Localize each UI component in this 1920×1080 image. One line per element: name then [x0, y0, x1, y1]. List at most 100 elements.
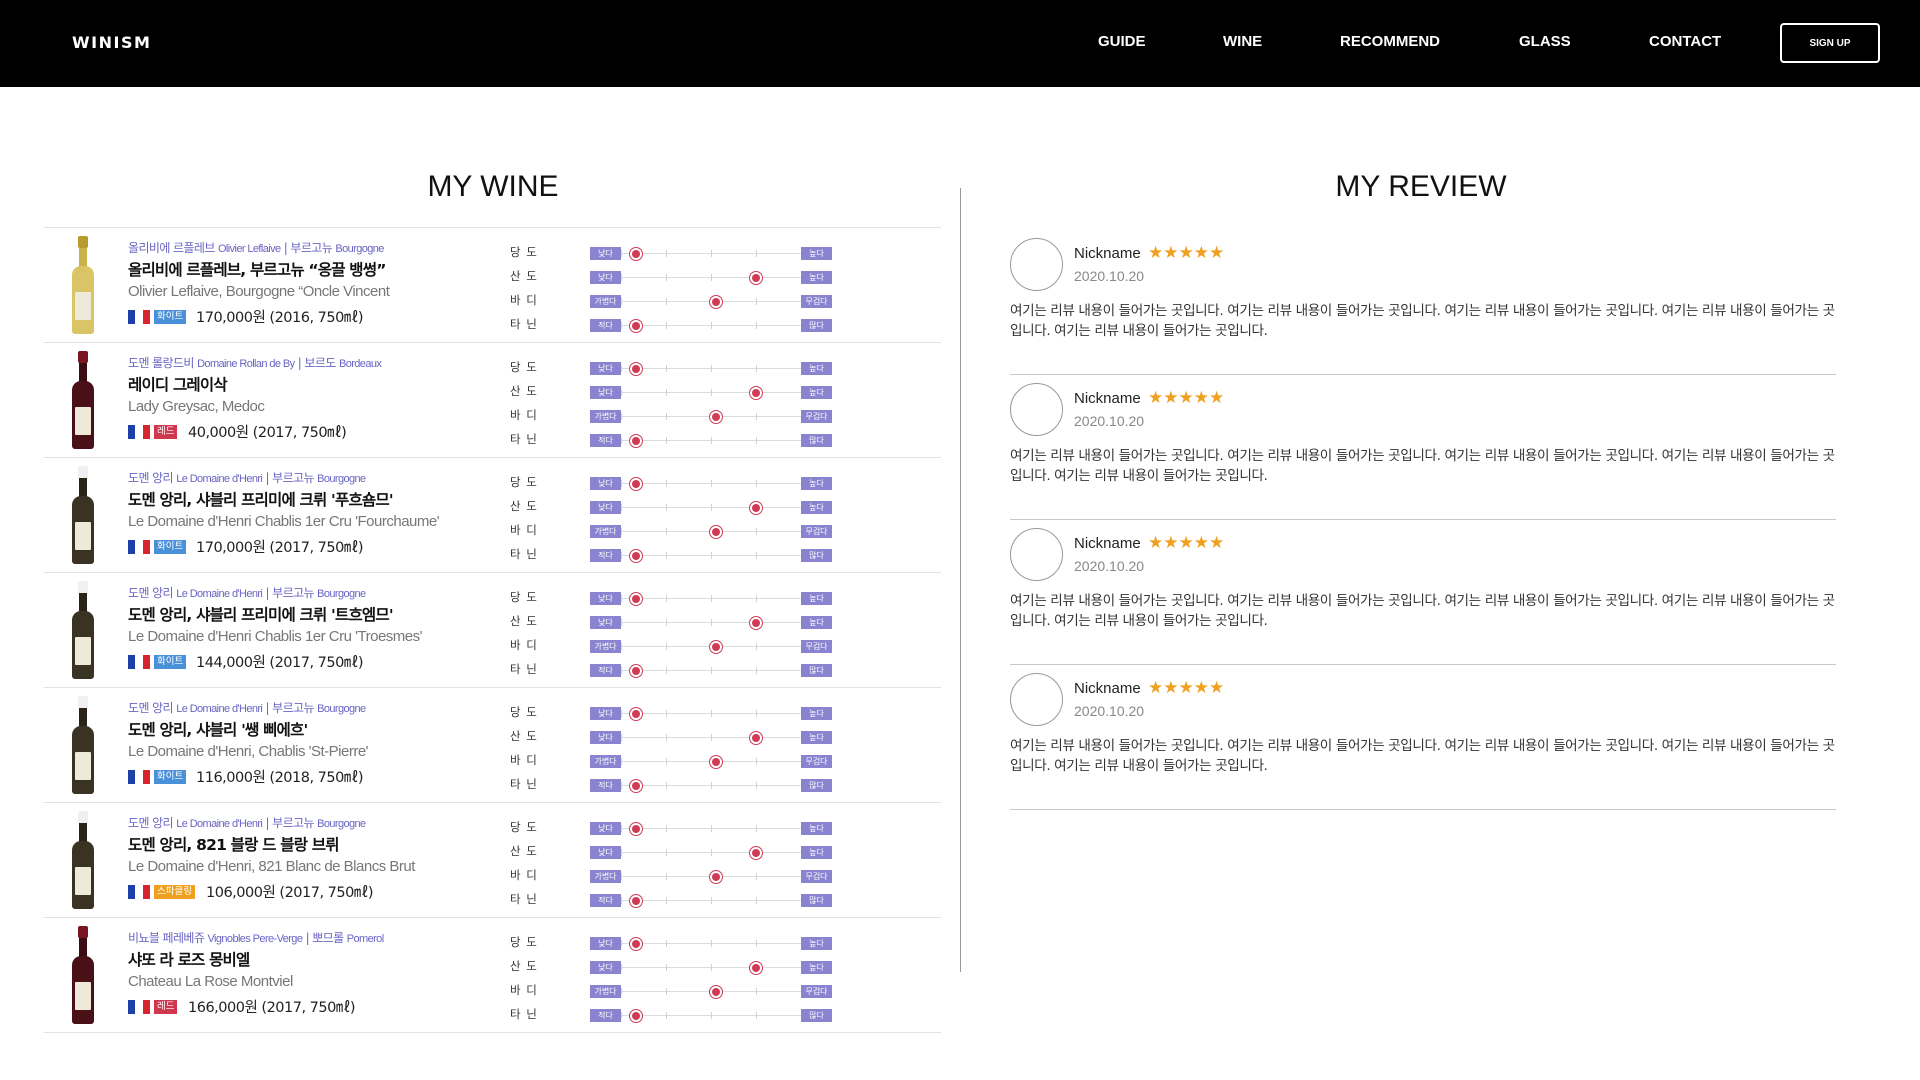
taste-profile: 당 도 낮다 높다 산 도 낮다 높다 바 디 가볍다 무겁다 타 닌 적다 많… [510, 918, 950, 1033]
scale-tick [756, 250, 757, 257]
wine-row[interactable]: 도멘 앙리 Le Domaine d'Henri | 부르고뉴 Bourgogn… [44, 573, 941, 688]
scale-tick [711, 710, 712, 717]
wine-price: 106,000원 (2017, 750㎖) [206, 885, 374, 901]
taste-scale: 당 도 낮다 높다 [510, 820, 950, 836]
taste-scale: 당 도 낮다 높다 [510, 475, 950, 491]
nav-link-contact[interactable]: CONTACT [1649, 33, 1721, 50]
nav-link-guide[interactable]: GUIDE [1098, 33, 1146, 50]
scale-tick [756, 782, 757, 789]
scale-high-label: 높다 [801, 386, 832, 399]
sign-up-button[interactable]: SIGN UP [1780, 23, 1880, 63]
taste-scale: 타 닌 적다 많다 [510, 547, 950, 563]
review-nickname[interactable]: Nickname [1074, 390, 1141, 407]
top-navigation-bar: WINISM GUIDE WINE RECOMMEND GLASS CONTAC… [0, 0, 1920, 87]
wine-name-ko[interactable]: 도멘 앙리, 샤블리 프리미에 크뤼 '푸흐숌므' [128, 488, 394, 510]
scale-tick [711, 619, 712, 626]
nav-link-recommend[interactable]: RECOMMEND [1340, 33, 1440, 50]
taste-label: 바 디 [510, 408, 538, 422]
avatar[interactable] [1010, 238, 1063, 291]
scale-tick [666, 504, 667, 511]
wine-price: 40,000원 (2017, 750㎖) [188, 425, 347, 441]
scale-tick [756, 643, 757, 650]
scale-tick [621, 964, 622, 971]
scale-high-label: 높다 [801, 707, 832, 720]
scale-tick [621, 389, 622, 396]
scale-tick [711, 897, 712, 904]
scale-tick [621, 988, 622, 995]
scale-tick [666, 734, 667, 741]
scale-low-label: 낮다 [590, 362, 621, 375]
scale-knob [629, 362, 643, 376]
wine-price: 144,000원 (2017, 750㎖) [196, 655, 364, 671]
avatar[interactable] [1010, 383, 1063, 436]
wine-name-ko[interactable]: 샤또 라 로즈 몽비엘 [128, 948, 250, 970]
wine-name-ko[interactable]: 올리비에 르플레브, 부르고뉴 “옹끌 뱅썽” [128, 258, 386, 280]
scale-tick [666, 437, 667, 444]
scale-knob [629, 822, 643, 836]
scale-tick [666, 365, 667, 372]
taste-label: 바 디 [510, 293, 538, 307]
scale-tick [666, 849, 667, 856]
producer-en: Le Domaine d'Henri [176, 703, 263, 715]
scale-high-label: 높다 [801, 271, 832, 284]
avatar[interactable] [1010, 528, 1063, 581]
scale-high-label: 높다 [801, 247, 832, 260]
scale-low-label: 낮다 [590, 616, 621, 629]
scale-knob [709, 525, 723, 539]
wine-row[interactable]: 도멘 앙리 Le Domaine d'Henri | 부르고뉴 Bourgogn… [44, 688, 941, 803]
scale-low-label: 낮다 [590, 707, 621, 720]
taste-label: 산 도 [510, 269, 538, 283]
scale-tick [711, 437, 712, 444]
wine-name-ko[interactable]: 도멘 앙리, 821 블랑 드 블랑 브뤼 [128, 833, 339, 855]
taste-label: 타 닌 [510, 432, 538, 446]
scale-high-label: 무겁다 [801, 755, 832, 768]
wine-row[interactable]: 도멘 앙리 Le Domaine d'Henri | 부르고뉴 Bourgogn… [44, 458, 941, 573]
scale-tick [666, 758, 667, 765]
area-en: Pomerol [346, 933, 384, 945]
wine-row[interactable]: 도멘 롤랑드비 Domaine Rollan de By | 보르도 Borde… [44, 343, 941, 458]
scale-knob [629, 319, 643, 333]
scale-knob [629, 707, 643, 721]
wine-name-ko[interactable]: 레이디 그레이삭 [128, 373, 228, 395]
scale-tick [756, 437, 757, 444]
wine-price: 116,000원 (2018, 750㎖) [196, 770, 364, 786]
avatar[interactable] [1010, 673, 1063, 726]
review-nickname[interactable]: Nickname [1074, 245, 1141, 262]
scale-low-label: 가볍다 [590, 295, 621, 308]
wine-row[interactable]: 비뇨블 페레베쥬 Vignobles Pere-Verge | 뽀므롤 Pome… [44, 918, 941, 1033]
nav-link-glass[interactable]: GLASS [1519, 33, 1571, 50]
scale-tick [666, 988, 667, 995]
taste-scale: 당 도 낮다 높다 [510, 935, 950, 951]
review-nickname[interactable]: Nickname [1074, 680, 1141, 697]
scale-tick [621, 322, 622, 329]
wine-row[interactable]: 도멘 앙리 Le Domaine d'Henri | 부르고뉴 Bourgogn… [44, 803, 941, 918]
wine-region: 비뇨블 페레베쥬 Vignobles Pere-Verge | 뽀므롤 Pome… [128, 931, 384, 945]
wine-name-ko[interactable]: 도멘 앙리, 샤블리 프리미에 크뤼 '트흐엠므' [128, 603, 394, 625]
nav-link-wine[interactable]: WINE [1223, 33, 1262, 50]
scale-high-label: 높다 [801, 937, 832, 950]
area-en: Bourgogne [317, 473, 366, 485]
taste-label: 타 닌 [510, 662, 538, 676]
area-en: Bourgogne [317, 818, 366, 830]
wine-region: 도멘 롤랑드비 Domaine Rollan de By | 보르도 Borde… [128, 356, 382, 370]
scale-tick [621, 734, 622, 741]
area-ko: 부르고뉴 [272, 586, 314, 600]
scale-tick [711, 274, 712, 281]
scale-tick [666, 782, 667, 789]
france-flag-icon [128, 885, 150, 899]
scale-high-label: 무겁다 [801, 525, 832, 538]
scale-low-label: 낮다 [590, 271, 621, 284]
scale-low-label: 가볍다 [590, 755, 621, 768]
taste-scale: 바 디 가볍다 무겁다 [510, 408, 950, 424]
scale-tick [666, 825, 667, 832]
wine-bottle-image [70, 696, 96, 796]
scale-tick [666, 964, 667, 971]
scale-low-label: 가볍다 [590, 640, 621, 653]
taste-scale: 당 도 낮다 높다 [510, 705, 950, 721]
scale-tick [666, 873, 667, 880]
scale-tick [756, 988, 757, 995]
taste-scale: 바 디 가볍다 무겁다 [510, 293, 950, 309]
wine-row[interactable]: 올리비에 르플레브 Olivier Leflaive | 부르고뉴 Bourgo… [44, 228, 941, 343]
wine-name-ko[interactable]: 도멘 앙리, 샤블리 '쌩 삐에흐' [128, 718, 308, 740]
review-nickname[interactable]: Nickname [1074, 535, 1141, 552]
